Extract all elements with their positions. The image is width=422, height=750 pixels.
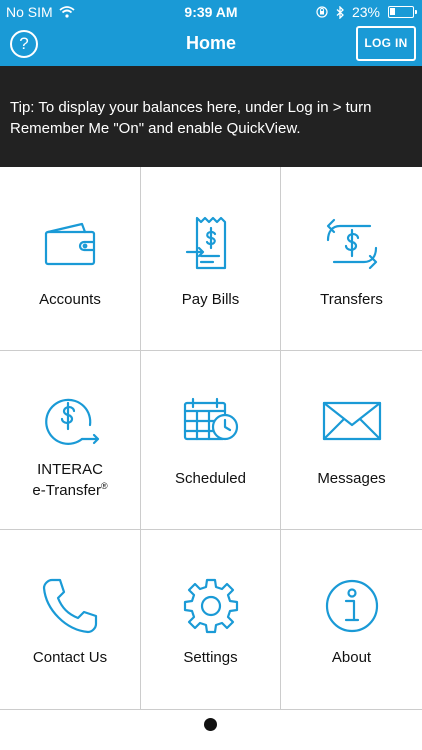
tile-label: Scheduled	[175, 470, 246, 487]
tile-messages[interactable]: Messages	[281, 351, 422, 530]
tile-interac-etransfer[interactable]: INTERAC e-Transfer®	[0, 351, 141, 530]
phone-icon	[0, 574, 140, 638]
info-icon	[281, 574, 422, 638]
tile-label: About	[331, 649, 372, 666]
tip-banner: Tip: To display your balances here, unde…	[0, 66, 422, 167]
tile-label: Contact Us	[32, 649, 108, 666]
gear-icon	[141, 574, 280, 638]
tile-label: Transfers	[320, 291, 383, 308]
status-right: 23%	[316, 4, 417, 20]
login-button[interactable]: LOG IN	[356, 26, 416, 61]
battery-fill	[390, 8, 395, 15]
calendar-clock-icon	[141, 389, 280, 453]
tile-settings[interactable]: Settings	[141, 530, 281, 710]
page-indicator-dot	[204, 718, 217, 731]
tile-label: Messages	[317, 470, 386, 487]
envelope-icon	[281, 389, 422, 453]
registered-mark: ®	[101, 481, 108, 491]
menu-grid: Accounts Pay Bills Transfers INTERAC e-T…	[0, 167, 422, 710]
tile-accounts[interactable]: Accounts	[0, 167, 141, 351]
tile-label: Accounts	[39, 291, 101, 308]
tip-text: Tip: To display your balances here, unde…	[10, 99, 372, 137]
nav-bar: ? Home LOG IN	[0, 24, 422, 66]
tile-label: Pay Bills	[181, 291, 240, 308]
transfer-icon	[281, 212, 422, 276]
etransfer-icon	[0, 389, 140, 453]
orientation-lock-icon	[316, 6, 328, 18]
tile-label: Settings	[183, 649, 238, 666]
tile-scheduled[interactable]: Scheduled	[141, 351, 281, 530]
tile-about[interactable]: About	[281, 530, 422, 710]
tile-label: INTERAC e-Transfer®	[0, 461, 140, 499]
bill-icon	[141, 212, 280, 276]
interac-line2-text: e-Transfer	[32, 482, 101, 499]
battery-percent: 23%	[351, 4, 380, 20]
interac-line2: e-Transfer®	[0, 478, 140, 499]
battery-icon	[388, 6, 417, 18]
tile-transfers[interactable]: Transfers	[281, 167, 422, 351]
tile-contact-us[interactable]: Contact Us	[0, 530, 141, 710]
wallet-icon	[0, 212, 140, 276]
interac-line1: INTERAC	[37, 461, 103, 478]
tile-pay-bills[interactable]: Pay Bills	[141, 167, 281, 351]
status-bar: No SIM 9:39 AM 23%	[0, 0, 422, 24]
bluetooth-icon	[336, 5, 344, 19]
